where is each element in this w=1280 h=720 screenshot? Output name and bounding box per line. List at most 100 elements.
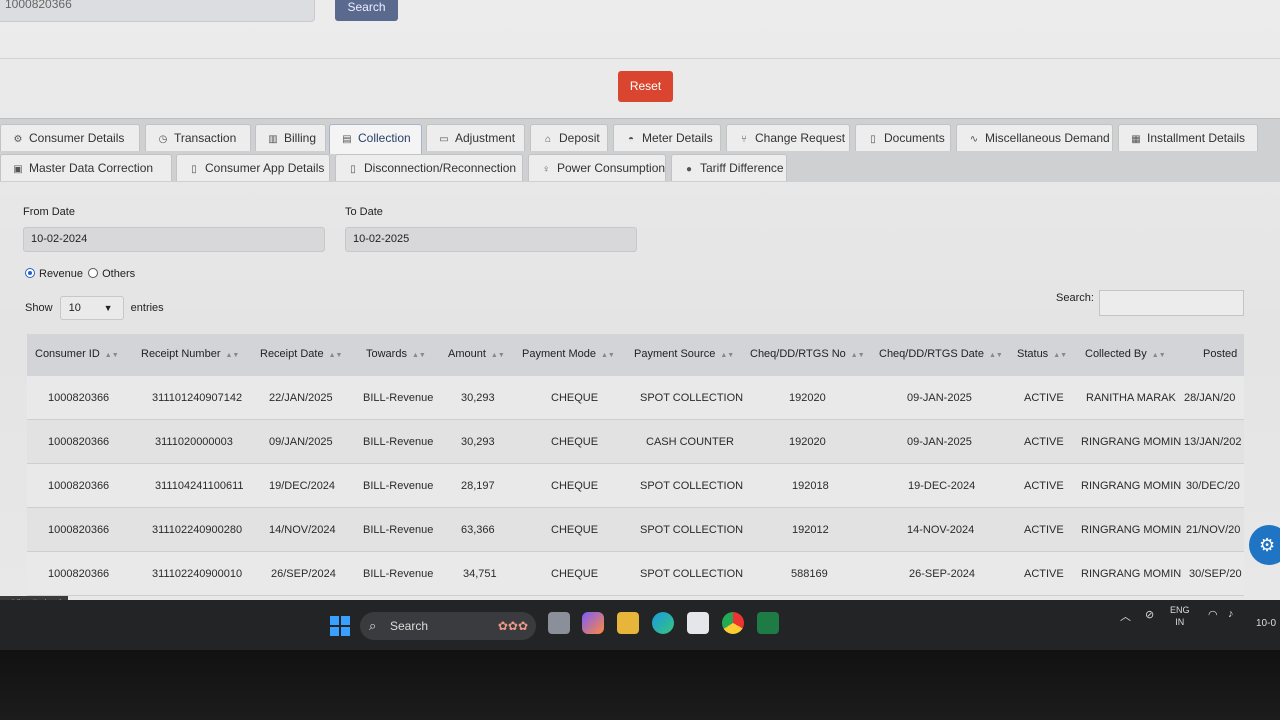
cell-amount: 30,293 (461, 436, 495, 448)
radio-revenue[interactable] (25, 268, 35, 278)
tab-change-request[interactable]: ⑂ Change Request (726, 124, 850, 151)
col-posted[interactable]: Posted (1203, 348, 1237, 360)
table-row[interactable]: 1000820366 311102240900010 26/SEP/2024 B… (27, 552, 1244, 596)
col-status[interactable]: Status ▲▼ (1017, 348, 1067, 360)
cell-collected-by: RINGRANG MOMIN (1081, 524, 1182, 536)
tab-label: Master Data Correction (29, 161, 154, 175)
cell-receipt-date: 09/JAN/2025 (269, 436, 333, 448)
excel-icon[interactable] (757, 612, 779, 634)
tab-collection[interactable]: ▤ Collection (329, 124, 422, 154)
header-label: Towards (366, 348, 407, 360)
cell-payment-source: SPOT COLLECTION (640, 524, 744, 536)
table-search-input[interactable] (1099, 290, 1244, 316)
store-icon[interactable] (687, 612, 709, 634)
cell-posted: 30/SEP/20 (1189, 568, 1242, 580)
tab-adjustment[interactable]: ▭ Adjustment (426, 124, 525, 151)
copilot-icon[interactable] (582, 612, 604, 634)
gear-icon: ⚙ (1259, 535, 1276, 555)
cell-collected-by: RINGRANG MOMIN (1081, 480, 1182, 492)
header-label: Collected By (1085, 348, 1147, 360)
tab-label: Consumer Details (29, 131, 125, 145)
tab-power-consumption[interactable]: ♀ Power Consumption (528, 154, 666, 181)
image-icon: ▣ (13, 164, 23, 175)
sort-icon: ▲▼ (328, 352, 343, 359)
list-icon: ▤ (342, 134, 352, 145)
search-button[interactable]: Search (335, 0, 398, 21)
col-receipt-date[interactable]: Receipt Date ▲▼ (260, 348, 342, 360)
tab-consumer-details[interactable]: ⚙ Consumer Details (0, 124, 140, 151)
cell-status: ACTIVE (1024, 480, 1064, 492)
tab-tariff-difference[interactable]: ● Tariff Difference (671, 154, 787, 181)
table-row[interactable]: 1000820366 3111020000003 09/JAN/2025 BIL… (27, 420, 1244, 464)
header-label: Amount (448, 348, 486, 360)
tab-master-data-correction[interactable]: ▣ Master Data Correction (0, 154, 172, 181)
col-cheq-date[interactable]: Cheq/DD/RTGS Date ▲▼ (879, 348, 1003, 360)
from-date-input[interactable]: 10-02-2024 (23, 227, 325, 252)
table-search-label: Search: (1056, 292, 1094, 304)
gear-icon: ⚙ (13, 134, 23, 145)
table-row[interactable]: 1000820366 311101240907142 22/JAN/2025 B… (27, 376, 1244, 420)
table-row[interactable]: 1000820366 311104241100611 19/DEC/2024 B… (27, 464, 1244, 508)
header-label: Payment Mode (522, 348, 596, 360)
tab-disconnection-reconnection[interactable]: ▯ Disconnection/Reconnection (335, 154, 523, 181)
wifi-icon[interactable]: ◠ (1208, 608, 1218, 621)
cell-receipt-number: 311101240907142 (152, 392, 243, 404)
col-amount[interactable]: Amount ▲▼ (448, 348, 505, 360)
col-payment-source[interactable]: Payment Source ▲▼ (634, 348, 734, 360)
tab-consumer-app-details[interactable]: ▯ Consumer App Details (176, 154, 330, 181)
settings-fab-button[interactable]: ⚙ (1249, 525, 1280, 565)
cell-receipt-date: 26/SEP/2024 (271, 568, 336, 580)
cell-payment-mode: CHEQUE (551, 568, 599, 580)
table-row[interactable]: 1000820366 311102240900280 14/NOV/2024 B… (27, 508, 1244, 552)
tab-deposit[interactable]: ⌂ Deposit (530, 124, 608, 151)
chevron-up-icon[interactable]: ︿ (1120, 608, 1131, 624)
col-cheq-no[interactable]: Cheq/DD/RTGS No ▲▼ (750, 348, 865, 360)
consumer-id-input[interactable]: 1000820366 (0, 0, 315, 22)
cell-posted: 13/JAN/202 (1184, 436, 1242, 448)
cell-towards: BILL-Revenue (363, 524, 434, 536)
tab-documents[interactable]: ▯ Documents (855, 124, 951, 151)
tab-label: Deposit (559, 131, 600, 145)
edge-icon[interactable] (652, 612, 674, 634)
tab-billing[interactable]: ▥ Billing (255, 124, 326, 151)
tab-label: Disconnection/Reconnection (364, 161, 517, 175)
tab-label: Collection (358, 131, 411, 145)
volume-icon[interactable]: ♪ (1228, 608, 1234, 620)
col-towards[interactable]: Towards ▲▼ (366, 348, 426, 360)
tab-miscellaneous-demand[interactable]: ∿ Miscellaneous Demand (956, 124, 1113, 151)
network-off-icon[interactable]: ⊘ (1145, 608, 1154, 621)
monitor-bezel (0, 650, 1280, 720)
file-explorer-icon[interactable] (617, 612, 639, 634)
cell-receipt-number: 311104241100611 (155, 480, 244, 492)
col-payment-mode[interactable]: Payment Mode ▲▼ (522, 348, 615, 360)
task-view-icon[interactable] (548, 612, 570, 634)
col-receipt-number[interactable]: Receipt Number ▲▼ (141, 348, 239, 360)
sort-icon: ▲▼ (988, 352, 1003, 359)
windows-start-button[interactable] (330, 616, 350, 636)
branch-icon: ⑂ (741, 134, 747, 145)
tab-transaction[interactable]: ◷ Transaction (145, 124, 251, 151)
cell-towards: BILL-Revenue (363, 480, 434, 492)
tab-label: Billing (284, 131, 317, 145)
entries-select[interactable]: 10 ▼ (59, 296, 124, 320)
col-consumer-id[interactable]: Consumer ID ▲▼ (35, 348, 119, 360)
to-date-input[interactable]: 10-02-2025 (345, 227, 637, 252)
tab-meter-details[interactable]: ◓ Meter Details (613, 124, 721, 151)
radio-others[interactable] (88, 268, 99, 278)
chrome-icon[interactable] (722, 612, 744, 634)
tab-label: Adjustment (455, 131, 516, 145)
cell-status: ACTIVE (1024, 568, 1064, 580)
tab-installment-details[interactable]: ▦ Installment Details (1118, 124, 1258, 151)
cell-cheq-no: 192020 (789, 392, 826, 404)
history-icon: ◷ (158, 134, 168, 145)
taskbar-search[interactable]: ⌕ Search ✿✿✿ (360, 612, 536, 640)
col-collected-by[interactable]: Collected By ▲▼ (1085, 348, 1166, 360)
cell-cheq-no: 192012 (792, 524, 829, 536)
language-indicator[interactable]: ENG IN (1170, 604, 1190, 628)
bank-icon: ⌂ (544, 134, 552, 145)
clock[interactable]: 10-0 (1256, 618, 1276, 629)
cell-collected-by: RANITHA MARAK (1086, 392, 1176, 404)
cell-receipt-number: 311102240900010 (152, 568, 243, 580)
reset-button[interactable]: Reset (618, 71, 673, 102)
cell-amount: 28,197 (461, 480, 495, 492)
